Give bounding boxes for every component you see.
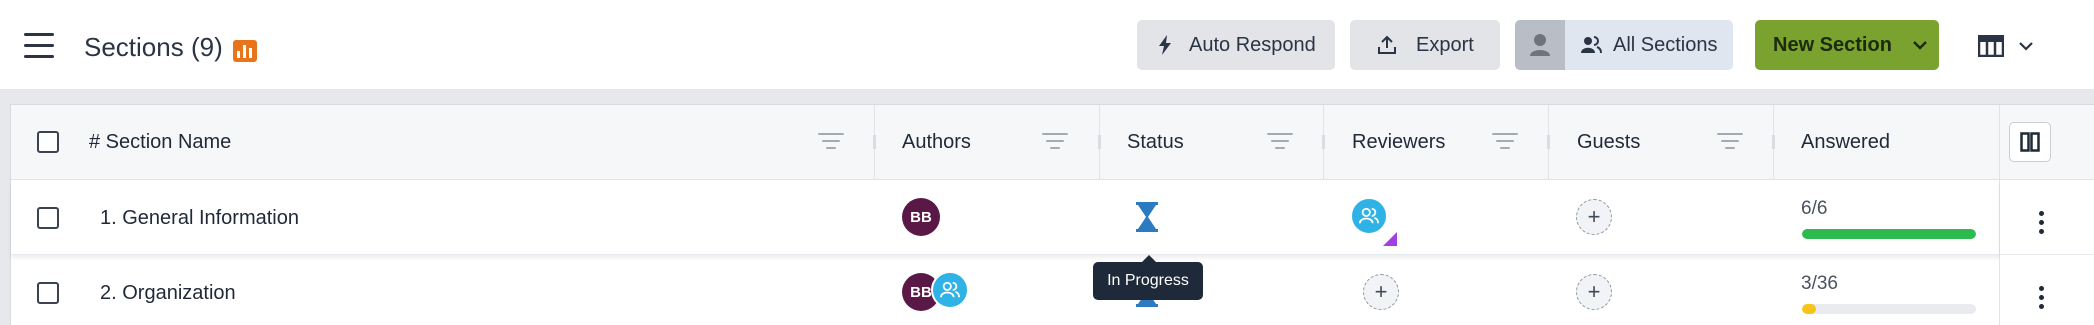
hourglass-icon[interactable]	[1135, 202, 1159, 232]
top-bar: Sections (9) Auto Respond Export All Sec…	[0, 0, 2094, 90]
chevron-down-icon	[1913, 41, 1927, 50]
lightning-icon	[1159, 35, 1171, 55]
author-avatar[interactable]: BB	[902, 198, 940, 236]
row-checkbox[interactable]	[37, 207, 59, 229]
upload-icon	[1378, 35, 1396, 54]
filter-icon[interactable]	[1717, 133, 1743, 153]
answered-count: 3/36	[1801, 273, 1838, 294]
filter-icon[interactable]	[1492, 133, 1518, 153]
column-header-status[interactable]: Status	[1127, 105, 1184, 180]
filter-icon[interactable]	[1267, 133, 1293, 153]
user-avatar	[1515, 20, 1565, 70]
table-row[interactable]: 1. General Information BB + 6/6	[11, 180, 2094, 255]
filter-icon[interactable]	[818, 133, 844, 153]
reviewer-avatar[interactable]	[1350, 197, 1388, 235]
export-label: Export	[1416, 33, 1474, 56]
column-header-reviewers[interactable]: Reviewers	[1352, 105, 1445, 180]
select-all-checkbox[interactable]	[37, 131, 59, 153]
users-icon	[1581, 36, 1602, 54]
page-title: Sections (9)	[84, 32, 223, 62]
section-name[interactable]: 2. Organization	[100, 282, 236, 305]
column-divider[interactable]	[1772, 105, 1775, 180]
add-guest-button[interactable]: +	[1576, 199, 1612, 235]
sections-table: # Section Name Authors Status Reviewers …	[10, 104, 2094, 325]
row-menu-icon[interactable]	[2039, 286, 2045, 313]
columns-icon	[2020, 132, 2040, 152]
columns-toggle-button[interactable]	[2009, 122, 2051, 162]
column-header-authors[interactable]: Authors	[902, 105, 971, 180]
chart-icon[interactable]	[233, 40, 257, 62]
users-icon	[940, 281, 960, 298]
all-sections-dropdown[interactable]: All Sections	[1515, 20, 1733, 70]
column-header-guests[interactable]: Guests	[1577, 105, 1640, 180]
table-row[interactable]: 2. Organization BB + + 3/36	[11, 255, 2094, 325]
progress-fill	[1802, 229, 1976, 239]
progress-bar	[1802, 229, 1976, 239]
users-icon	[1359, 207, 1379, 224]
add-guest-button[interactable]: +	[1576, 274, 1612, 310]
user-icon	[1530, 34, 1550, 56]
column-header-answered[interactable]: Answered	[1801, 105, 1890, 180]
column-header-section-name[interactable]: # Section Name	[89, 105, 231, 180]
add-reviewer-button[interactable]: +	[1363, 274, 1399, 310]
all-sections-label: All Sections	[1613, 33, 1718, 56]
auto-respond-label: Auto Respond	[1189, 33, 1316, 56]
row-checkbox[interactable]	[37, 282, 59, 304]
status-tooltip: In Progress	[1093, 255, 1203, 300]
export-button[interactable]: Export	[1350, 20, 1500, 70]
section-name[interactable]: 1. General Information	[100, 207, 299, 230]
chevron-down-icon	[2019, 42, 2033, 51]
column-divider[interactable]	[873, 105, 876, 180]
column-divider[interactable]	[1322, 105, 1325, 180]
table-header: # Section Name Authors Status Reviewers …	[11, 105, 2094, 180]
view-layout-button[interactable]	[1978, 30, 2038, 62]
column-divider[interactable]	[1098, 105, 1101, 180]
progress-fill	[1802, 304, 1817, 314]
reviewer-avatar[interactable]	[931, 271, 969, 309]
table-layout-icon	[1978, 35, 2004, 57]
menu-icon[interactable]	[24, 33, 54, 59]
filter-icon[interactable]	[1042, 133, 1068, 153]
auto-respond-button[interactable]: Auto Respond	[1137, 20, 1335, 70]
answered-count: 6/6	[1801, 198, 1828, 219]
corner-badge-icon	[1383, 232, 1397, 246]
row-menu-icon[interactable]	[2039, 211, 2045, 238]
new-section-button[interactable]: New Section	[1755, 20, 1939, 70]
progress-bar	[1802, 304, 1976, 314]
new-section-label: New Section	[1773, 33, 1892, 56]
column-divider[interactable]	[1547, 105, 1550, 180]
